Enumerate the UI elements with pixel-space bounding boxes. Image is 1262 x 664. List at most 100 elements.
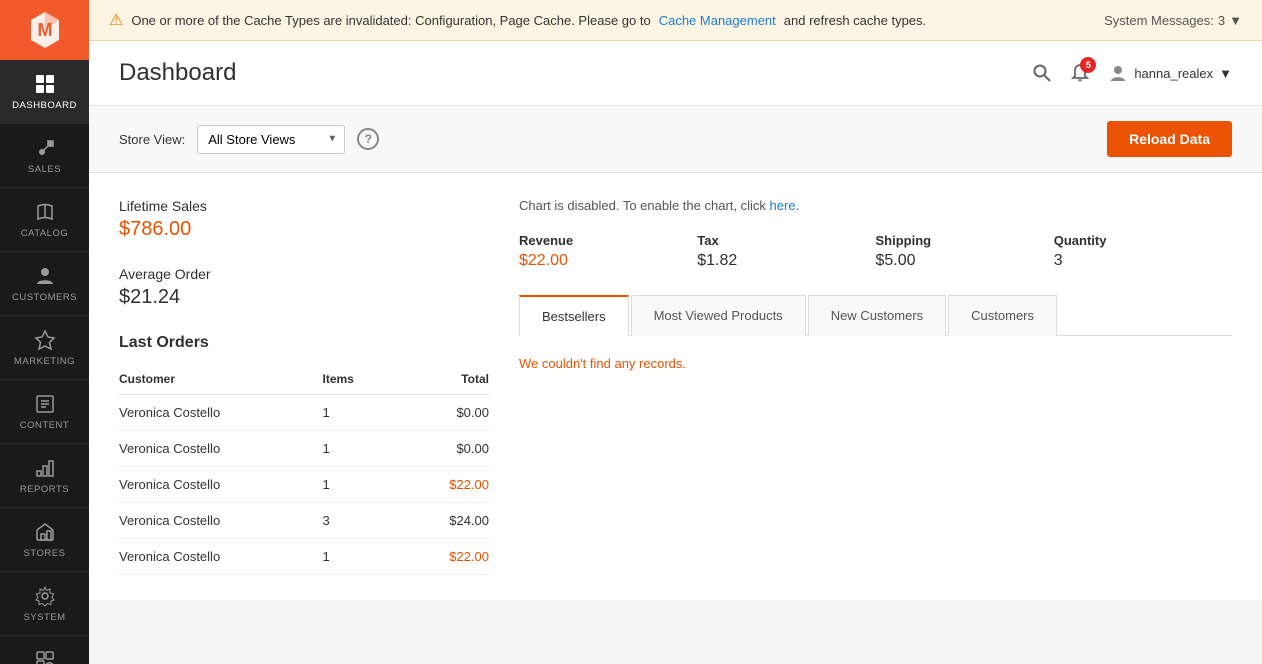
table-row: Veronica Costello1$0.00 bbox=[119, 431, 489, 467]
sidebar-item-marketing-label: MARKETING bbox=[14, 356, 75, 367]
sidebar-item-system[interactable]: SYSTEM bbox=[0, 572, 89, 636]
notification-count: 5 bbox=[1080, 57, 1096, 73]
order-total: $24.00 bbox=[397, 503, 490, 539]
sidebar-item-dashboard-label: DASHBOARD bbox=[12, 100, 77, 111]
sidebar-item-system-label: SYSTEM bbox=[23, 612, 65, 623]
user-name: hanna_realex bbox=[1134, 66, 1213, 81]
magento-logo-icon: M bbox=[25, 10, 65, 50]
quantity-value: 3 bbox=[1054, 252, 1212, 270]
catalog-icon bbox=[33, 200, 57, 224]
shipping-value: $5.00 bbox=[876, 252, 1034, 270]
sidebar-item-extensions[interactable] bbox=[0, 636, 89, 664]
sidebar-item-content[interactable]: CONTENT bbox=[0, 380, 89, 444]
chart-link-suffix: . bbox=[796, 198, 800, 213]
user-menu[interactable]: hanna_realex ▼ bbox=[1108, 63, 1232, 83]
dashboard-icon bbox=[33, 72, 57, 96]
dashboard-grid: Lifetime Sales $786.00 Average Order $21… bbox=[89, 173, 1262, 600]
right-panel: Chart is disabled. To enable the chart, … bbox=[519, 198, 1232, 575]
col-header-customer: Customer bbox=[119, 364, 323, 395]
revenue-stat: Revenue $22.00 bbox=[519, 233, 697, 270]
last-orders-title: Last Orders bbox=[119, 334, 489, 352]
shipping-label: Shipping bbox=[876, 233, 1034, 248]
sidebar-item-catalog[interactable]: CATALOG bbox=[0, 188, 89, 252]
revenue-label: Revenue bbox=[519, 233, 677, 248]
quantity-label: Quantity bbox=[1054, 233, 1212, 248]
order-customer: Veronica Costello bbox=[119, 467, 323, 503]
order-customer: Veronica Costello bbox=[119, 395, 323, 431]
order-total: $0.00 bbox=[397, 395, 490, 431]
header-actions: 5 hanna_realex ▼ bbox=[1032, 63, 1232, 83]
tab-customers[interactable]: Customers bbox=[948, 295, 1057, 336]
marketing-icon bbox=[33, 328, 57, 352]
order-total: $22.00 bbox=[397, 539, 490, 575]
sidebar-item-customers-label: CUSTOMERS bbox=[12, 292, 77, 303]
order-items: 1 bbox=[323, 467, 397, 503]
order-items: 3 bbox=[323, 503, 397, 539]
revenue-value: $22.00 bbox=[519, 252, 677, 270]
lifetime-sales-value: $786.00 bbox=[119, 218, 489, 241]
table-row: Veronica Costello1$0.00 bbox=[119, 395, 489, 431]
system-messages-label: System Messages: bbox=[1104, 13, 1214, 28]
average-order-section: Average Order $21.24 bbox=[119, 266, 489, 309]
order-customer: Veronica Costello bbox=[119, 431, 323, 467]
search-button[interactable] bbox=[1032, 63, 1052, 83]
page-header: Dashboard 5 hanna_realex bbox=[89, 41, 1262, 106]
tax-stat: Tax $1.82 bbox=[697, 233, 875, 270]
system-messages-dropdown[interactable]: ▼ bbox=[1229, 13, 1242, 28]
table-row: Veronica Costello3$24.00 bbox=[119, 503, 489, 539]
chart-disabled-message: Chart is disabled. To enable the chart, … bbox=[519, 198, 1232, 213]
lifetime-sales-section: Lifetime Sales $786.00 bbox=[119, 198, 489, 241]
alert-warning-icon: ⚠ bbox=[109, 10, 123, 30]
store-view-bar: Store View: All Store Views Default Stor… bbox=[89, 106, 1262, 173]
sidebar-item-marketing[interactable]: MARKETING bbox=[0, 316, 89, 380]
tab-new-customers[interactable]: New Customers bbox=[808, 295, 946, 336]
sidebar-item-sales[interactable]: SALES bbox=[0, 124, 89, 188]
no-records-message: We couldn't find any records. bbox=[519, 336, 1232, 391]
sidebar-item-stores[interactable]: STORES bbox=[0, 508, 89, 572]
content-icon bbox=[33, 392, 57, 416]
reload-data-button[interactable]: Reload Data bbox=[1107, 121, 1232, 157]
sidebar-item-customers[interactable]: CUSTOMERS bbox=[0, 252, 89, 316]
left-panel: Lifetime Sales $786.00 Average Order $21… bbox=[119, 198, 489, 575]
sidebar-item-catalog-label: CATALOG bbox=[21, 228, 69, 239]
sidebar-item-stores-label: STORES bbox=[24, 548, 66, 559]
notification-bell[interactable]: 5 bbox=[1070, 63, 1090, 83]
dashboard-tabs: BestsellersMost Viewed ProductsNew Custo… bbox=[519, 295, 1232, 336]
svg-text:M: M bbox=[37, 20, 52, 40]
average-order-label: Average Order bbox=[119, 266, 489, 282]
sidebar-item-sales-label: SALES bbox=[28, 164, 61, 175]
order-customer: Veronica Costello bbox=[119, 503, 323, 539]
lifetime-sales-label: Lifetime Sales bbox=[119, 198, 489, 214]
stores-icon bbox=[33, 520, 57, 544]
tax-label: Tax bbox=[697, 233, 855, 248]
search-icon bbox=[1032, 63, 1052, 83]
orders-table: Customer Items Total Veronica Costello1$… bbox=[119, 364, 489, 575]
chart-enable-link[interactable]: here bbox=[770, 198, 796, 213]
sidebar-item-reports[interactable]: REPORTS bbox=[0, 444, 89, 508]
sidebar: M DASHBOARD SALES bbox=[0, 0, 89, 664]
shipping-stat: Shipping $5.00 bbox=[876, 233, 1054, 270]
order-total: $22.00 bbox=[397, 467, 490, 503]
tab-bestsellers[interactable]: Bestsellers bbox=[519, 295, 629, 336]
sidebar-item-dashboard[interactable]: DASHBOARD bbox=[0, 60, 89, 124]
table-row: Veronica Costello1$22.00 bbox=[119, 539, 489, 575]
alert-bar: ⚠ One or more of the Cache Types are inv… bbox=[89, 0, 1262, 41]
order-total: $0.00 bbox=[397, 431, 490, 467]
store-view-select[interactable]: All Store Views Default Store View bbox=[197, 125, 345, 154]
sidebar-item-reports-label: REPORTS bbox=[20, 484, 69, 495]
last-orders-section: Last Orders Customer Items Total Veronic… bbox=[119, 334, 489, 575]
cache-management-link[interactable]: Cache Management bbox=[659, 13, 776, 28]
store-view-label: Store View: bbox=[119, 132, 185, 147]
table-row: Veronica Costello1$22.00 bbox=[119, 467, 489, 503]
order-items: 1 bbox=[323, 395, 397, 431]
col-header-items: Items bbox=[323, 364, 397, 395]
alert-message-suffix: and refresh cache types. bbox=[784, 13, 926, 28]
chart-disabled-text: Chart is disabled. To enable the chart, … bbox=[519, 198, 766, 213]
stats-row: Revenue $22.00 Tax $1.82 Shipping $5.00 … bbox=[519, 233, 1232, 270]
help-button[interactable]: ? bbox=[357, 128, 379, 150]
order-customer: Veronica Costello bbox=[119, 539, 323, 575]
tab-most-viewed[interactable]: Most Viewed Products bbox=[631, 295, 806, 336]
sidebar-logo: M bbox=[0, 0, 89, 60]
content-area: Store View: All Store Views Default Stor… bbox=[89, 106, 1262, 664]
sidebar-item-content-label: CONTENT bbox=[20, 420, 69, 431]
